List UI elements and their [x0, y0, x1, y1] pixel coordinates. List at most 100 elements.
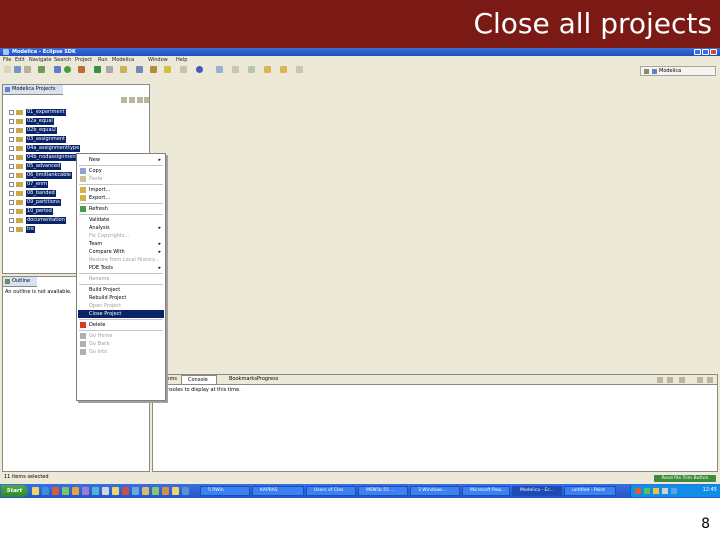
new-icon[interactable]	[4, 66, 11, 73]
expand-icon[interactable]	[9, 119, 14, 124]
menu-project[interactable]: Project	[75, 56, 92, 64]
quicklaunch-app-icon[interactable]	[102, 487, 109, 495]
search-icon[interactable]	[106, 66, 113, 73]
taskbar-button[interactable]: 5 RWin	[200, 486, 250, 496]
quicklaunch-media-icon[interactable]	[72, 487, 79, 495]
display-console-icon[interactable]	[657, 377, 663, 383]
tab-problems[interactable]: lems	[165, 376, 177, 383]
minimize-view-icon[interactable]	[697, 377, 703, 383]
save-icon[interactable]	[14, 66, 21, 73]
open-perspective-icon[interactable]	[644, 69, 649, 74]
menu-help[interactable]: Help	[176, 56, 187, 64]
quicklaunch-app-icon[interactable]	[162, 487, 169, 495]
quicklaunch-app-icon[interactable]	[182, 487, 189, 495]
quicklaunch-folder-icon[interactable]	[32, 487, 39, 495]
expand-icon[interactable]	[9, 110, 14, 115]
menu-item-rebuild-project[interactable]: Rebuild Project	[78, 294, 164, 302]
quicklaunch-app-icon[interactable]	[122, 487, 129, 495]
perspective-switcher[interactable]: Modelica	[640, 66, 716, 76]
quicklaunch-app-icon[interactable]	[112, 487, 119, 495]
tray-icon[interactable]	[653, 488, 659, 494]
quicklaunch-app-icon[interactable]	[172, 487, 179, 495]
taskbar-button-active[interactable]: Modelica - Ec...	[512, 486, 562, 496]
quicklaunch-app-icon[interactable]	[82, 487, 89, 495]
expand-icon[interactable]	[9, 209, 14, 214]
menu-modelica[interactable]: Modelica	[112, 56, 134, 64]
menu-edit[interactable]: Edit	[15, 56, 25, 64]
window-titlebar[interactable]: Modelica - Eclipse SDK	[0, 48, 720, 56]
quicklaunch-desktop-icon[interactable]	[62, 487, 69, 495]
menu-item-delete[interactable]: Delete	[78, 321, 164, 329]
taskbar-button[interactable]: MSN5b 55 ...	[358, 486, 408, 496]
tab-console[interactable]: Console	[181, 375, 217, 385]
menu-item-export[interactable]: Export...	[78, 194, 164, 202]
dropdown-icon[interactable]	[296, 66, 303, 73]
next-annotation-icon[interactable]	[216, 66, 223, 73]
back-icon[interactable]	[264, 66, 271, 73]
trim-button[interactable]: Read file Trim Button	[654, 475, 716, 482]
minimize-button[interactable]	[694, 49, 701, 55]
quicklaunch-app-icon[interactable]	[132, 487, 139, 495]
open-type-icon[interactable]	[120, 66, 127, 73]
collapse-all-icon[interactable]	[129, 97, 135, 103]
expand-icon[interactable]	[9, 146, 14, 151]
tab-modelica-projects[interactable]: Modelica Projects	[3, 85, 63, 95]
taskbar-button[interactable]: Users of Clas	[306, 486, 356, 496]
back-nav-icon[interactable]	[121, 97, 127, 103]
menu-item-compare-with[interactable]: Compare With ▸	[78, 248, 164, 256]
menu-file[interactable]: File	[3, 56, 11, 64]
menu-item-analysis[interactable]: Analysis ▸	[78, 224, 164, 232]
last-edit-icon[interactable]	[248, 66, 255, 73]
print-icon[interactable]	[24, 66, 31, 73]
globe-icon[interactable]	[196, 66, 203, 73]
menu-item-close-project[interactable]: Close Project	[78, 310, 164, 318]
forward-icon[interactable]	[280, 66, 287, 73]
build-icon[interactable]	[38, 66, 45, 73]
quicklaunch-app-icon[interactable]	[142, 487, 149, 495]
package-icon[interactable]	[150, 66, 157, 73]
tray-icon[interactable]	[662, 488, 668, 494]
menu-item-refresh[interactable]: Refresh	[78, 205, 164, 213]
menu-search[interactable]: Search	[54, 56, 71, 64]
quicklaunch-ie-icon[interactable]	[42, 487, 49, 495]
quicklaunch-outlook-icon[interactable]	[52, 487, 59, 495]
tab-outline[interactable]: Outline	[3, 277, 37, 287]
expand-icon[interactable]	[9, 218, 14, 223]
menu-navigate[interactable]: Navigate	[29, 56, 51, 64]
annotation-icon[interactable]	[180, 66, 187, 73]
expand-icon[interactable]	[9, 155, 14, 160]
taskbar-button[interactable]: KAPRAS	[252, 486, 304, 496]
expand-icon[interactable]	[9, 227, 14, 232]
expand-icon[interactable]	[9, 137, 14, 142]
menu-item-pde-tools[interactable]: PDE Tools ▸	[78, 264, 164, 272]
view-menu-icon[interactable]	[679, 377, 685, 383]
quicklaunch-app-icon[interactable]	[152, 487, 159, 495]
expand-icon[interactable]	[9, 191, 14, 196]
view-menu-icon[interactable]	[137, 97, 143, 103]
menu-item-team[interactable]: Team ▸	[78, 240, 164, 248]
tray-icon[interactable]	[635, 488, 641, 494]
menu-item-import[interactable]: Import...	[78, 186, 164, 194]
menu-item-new[interactable]: New ▸	[78, 156, 164, 164]
modelica-class-icon[interactable]	[136, 66, 143, 73]
menu-window[interactable]: Window	[148, 56, 168, 64]
menu-item-validate[interactable]: Validate	[78, 216, 164, 224]
close-window-button[interactable]	[710, 49, 717, 55]
tray-icon[interactable]	[644, 488, 650, 494]
tab-bookmarks[interactable]: Bookmarks	[229, 376, 257, 383]
expand-icon[interactable]	[9, 173, 14, 178]
expand-icon[interactable]	[9, 182, 14, 187]
prev-annotation-icon[interactable]	[232, 66, 239, 73]
menu-run[interactable]: Run	[98, 56, 108, 64]
menu-item-build-project[interactable]: Build Project	[78, 286, 164, 294]
debug-icon[interactable]	[54, 66, 61, 73]
open-folder-icon[interactable]	[164, 66, 171, 73]
taskbar-button[interactable]: 3 Windows...	[410, 486, 460, 496]
maximize-button[interactable]	[702, 49, 709, 55]
start-button[interactable]: Start	[1, 485, 28, 497]
expand-icon[interactable]	[9, 164, 14, 169]
expand-icon[interactable]	[9, 200, 14, 205]
pin-console-icon[interactable]	[667, 377, 673, 383]
taskbar-button[interactable]: untitled - Paint	[564, 486, 616, 496]
maximize-view-icon[interactable]	[707, 377, 713, 383]
